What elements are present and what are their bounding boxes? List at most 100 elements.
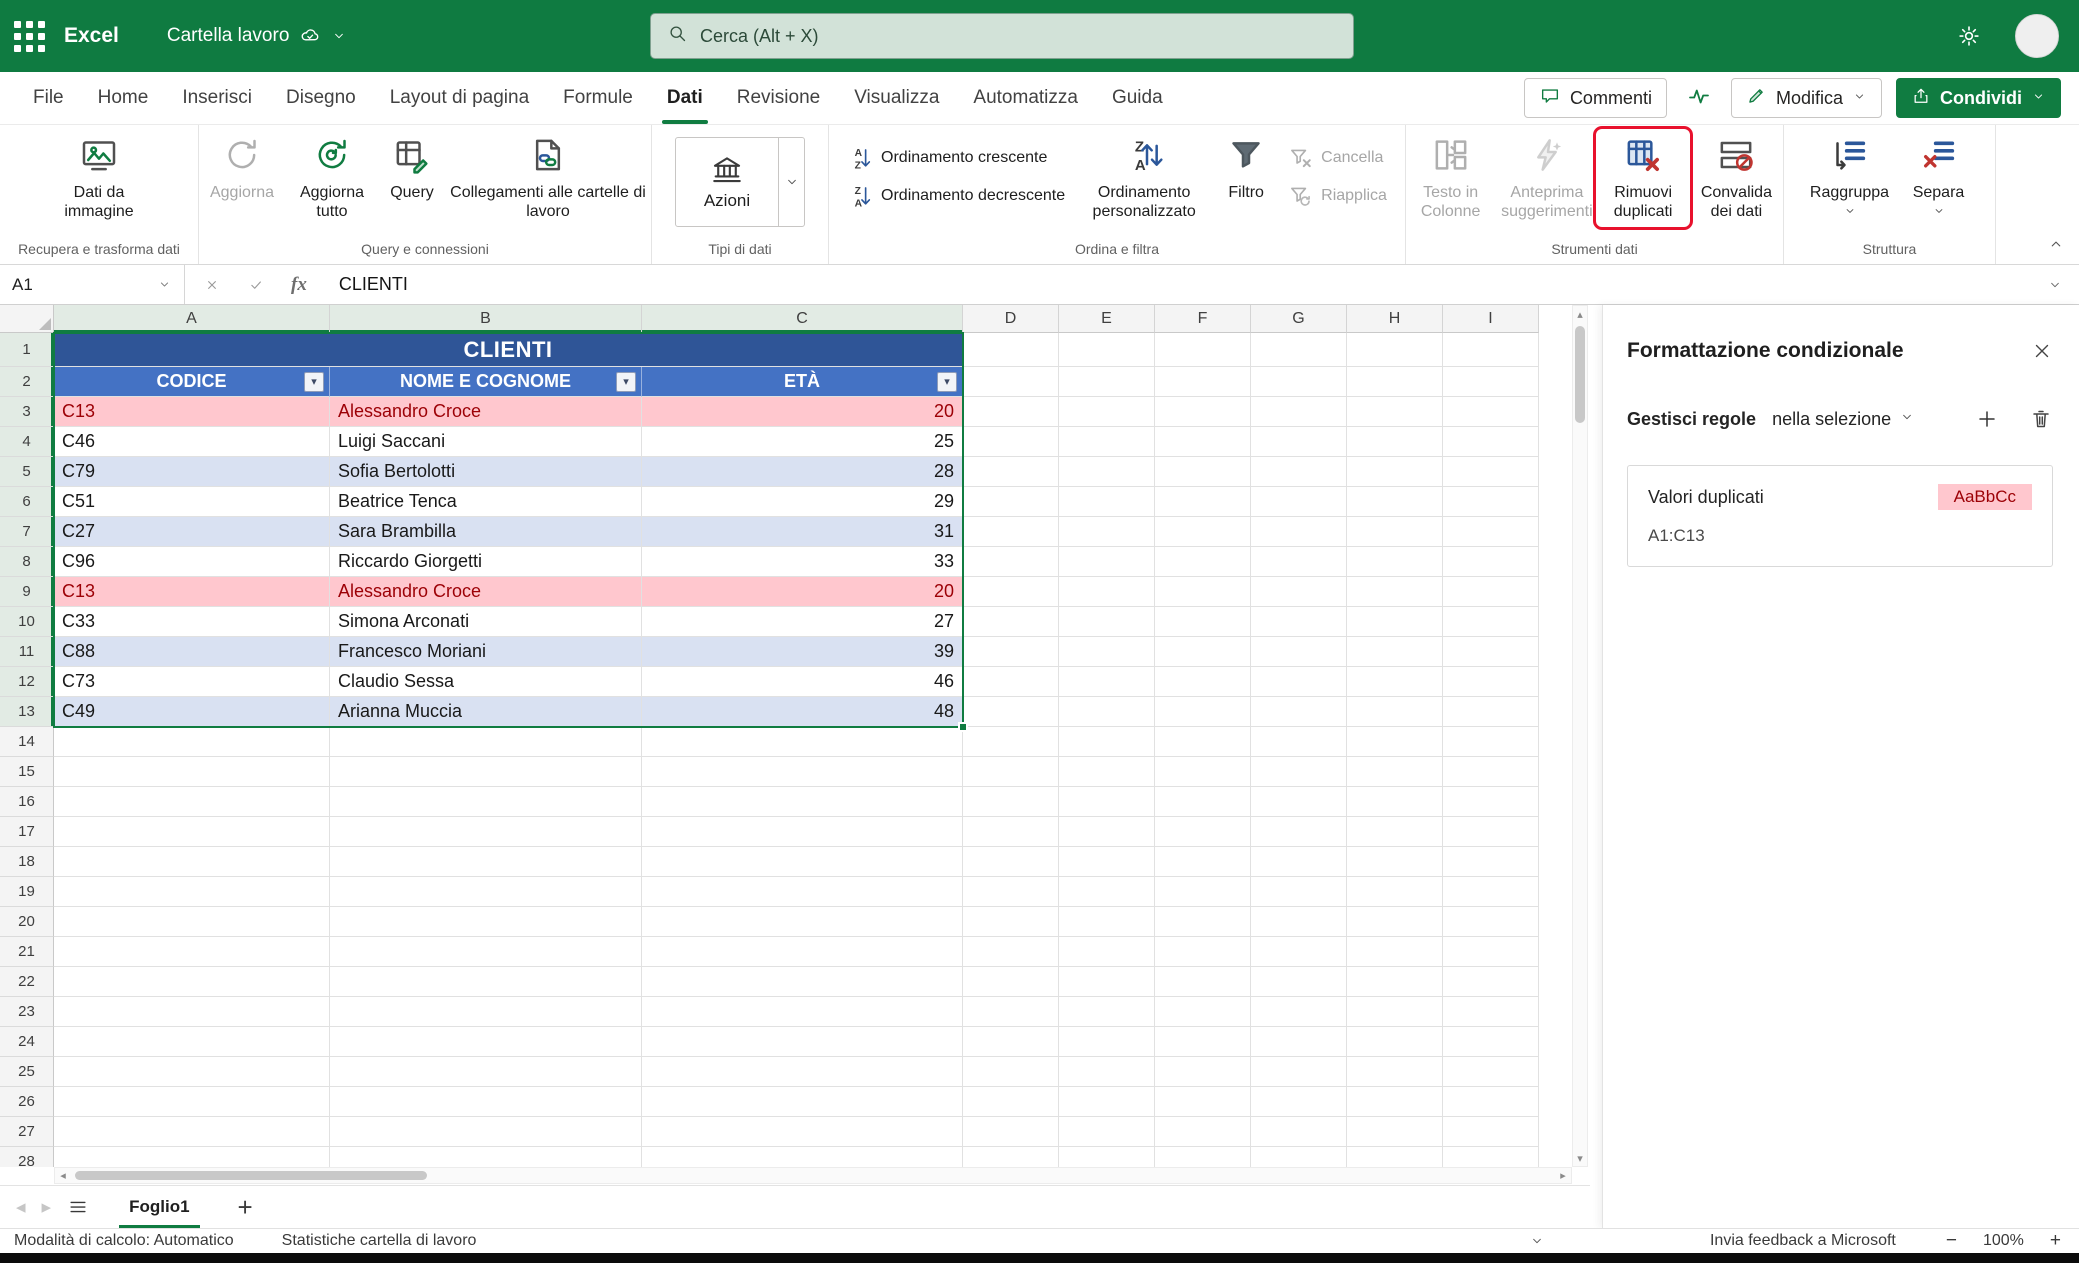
row-header-4[interactable]: 4 — [0, 427, 54, 457]
row-header-21[interactable]: 21 — [0, 937, 54, 967]
delete-rule-button[interactable] — [2029, 407, 2053, 431]
cell-A16[interactable] — [54, 787, 330, 817]
cell-A13[interactable]: C49 — [54, 697, 330, 727]
ribbon-button-query[interactable]: Query — [380, 131, 444, 206]
cell-B14[interactable] — [330, 727, 642, 757]
tab-automatizza[interactable]: Automatizza — [956, 72, 1095, 124]
cell-C21[interactable] — [642, 937, 963, 967]
cell-C7[interactable]: 31 — [642, 517, 963, 547]
cell-C5[interactable]: 28 — [642, 457, 963, 487]
row-header-9[interactable]: 9 — [0, 577, 54, 607]
cell-H21[interactable] — [1347, 937, 1443, 967]
cell-F25[interactable] — [1155, 1057, 1251, 1087]
row-header-7[interactable]: 7 — [0, 517, 54, 547]
chevron-down-icon[interactable] — [778, 138, 804, 226]
cell-E26[interactable] — [1059, 1087, 1155, 1117]
filter-dropdown-button[interactable]: ▾ — [937, 372, 957, 392]
cell-E8[interactable] — [1059, 547, 1155, 577]
cell-G2[interactable] — [1251, 367, 1347, 397]
cell-B6[interactable]: Beatrice Tenca — [330, 487, 642, 517]
cell-E2[interactable] — [1059, 367, 1155, 397]
cell-H11[interactable] — [1347, 637, 1443, 667]
tab-file[interactable]: File — [16, 72, 81, 124]
cell-B26[interactable] — [330, 1087, 642, 1117]
select-all-corner[interactable] — [0, 305, 54, 333]
cell-E21[interactable] — [1059, 937, 1155, 967]
cell-C3[interactable]: 20 — [642, 397, 963, 427]
cell-I9[interactable] — [1443, 577, 1539, 607]
cell-E25[interactable] — [1059, 1057, 1155, 1087]
col-header-E[interactable]: E — [1059, 305, 1155, 333]
cell-F23[interactable] — [1155, 997, 1251, 1027]
cell-G11[interactable] — [1251, 637, 1347, 667]
col-header-A[interactable]: A — [54, 305, 330, 333]
vertical-scrollbar[interactable]: ▴ ▾ — [1572, 305, 1588, 1167]
cell-B8[interactable]: Riccardo Giorgetti — [330, 547, 642, 577]
cell-F6[interactable] — [1155, 487, 1251, 517]
cell-A18[interactable] — [54, 847, 330, 877]
workbook-stats-button[interactable]: Statistiche cartella di lavoro — [282, 1232, 477, 1250]
cell-A11[interactable]: C88 — [54, 637, 330, 667]
close-icon[interactable] — [2031, 340, 2053, 362]
cell-I24[interactable] — [1443, 1027, 1539, 1057]
cell-H10[interactable] — [1347, 607, 1443, 637]
cell-H24[interactable] — [1347, 1027, 1443, 1057]
scroll-down-icon[interactable]: ▾ — [1573, 1150, 1587, 1166]
cell-A2[interactable]: CODICE▾ — [54, 367, 330, 397]
cell-G1[interactable] — [1251, 333, 1347, 367]
cell-C8[interactable]: 33 — [642, 547, 963, 577]
ribbon-button-rimuovi-duplicati[interactable]: Rimuovi duplicati — [1598, 131, 1687, 225]
cell-H23[interactable] — [1347, 997, 1443, 1027]
ribbon-button-collegamenti-alle-cartelle-di-lavoro[interactable]: Collegamenti alle cartelle di lavoro — [446, 131, 650, 225]
cell-B12[interactable]: Claudio Sessa — [330, 667, 642, 697]
cell-B16[interactable] — [330, 787, 642, 817]
cell-B11[interactable]: Francesco Moriani — [330, 637, 642, 667]
cell-C11[interactable]: 39 — [642, 637, 963, 667]
cell-G9[interactable] — [1251, 577, 1347, 607]
activity-button[interactable] — [1681, 78, 1717, 118]
settings-gear-icon[interactable] — [1947, 14, 1991, 58]
row-header-10[interactable]: 10 — [0, 607, 54, 637]
cell-A5[interactable]: C79 — [54, 457, 330, 487]
cell-D28[interactable] — [963, 1147, 1059, 1167]
cell-C20[interactable] — [642, 907, 963, 937]
cell-E18[interactable] — [1059, 847, 1155, 877]
tab-visualizza[interactable]: Visualizza — [837, 72, 956, 124]
cell-H7[interactable] — [1347, 517, 1443, 547]
formula-bar-expand-icon[interactable] — [2047, 277, 2079, 293]
ribbon-button-aggiorna-tutto[interactable]: Aggiorna tutto — [286, 131, 378, 225]
cell-D4[interactable] — [963, 427, 1059, 457]
cell-H28[interactable] — [1347, 1147, 1443, 1167]
cell-H14[interactable] — [1347, 727, 1443, 757]
col-header-F[interactable]: F — [1155, 305, 1251, 333]
cell-D13[interactable] — [963, 697, 1059, 727]
cell-I15[interactable] — [1443, 757, 1539, 787]
cell-E23[interactable] — [1059, 997, 1155, 1027]
cell-C28[interactable] — [642, 1147, 963, 1167]
cell-G21[interactable] — [1251, 937, 1347, 967]
cell-I19[interactable] — [1443, 877, 1539, 907]
cell-B13[interactable]: Arianna Muccia — [330, 697, 642, 727]
cell-D25[interactable] — [963, 1057, 1059, 1087]
cell-C14[interactable] — [642, 727, 963, 757]
user-avatar[interactable] — [2015, 14, 2059, 58]
cell-A25[interactable] — [54, 1057, 330, 1087]
cell-H17[interactable] — [1347, 817, 1443, 847]
cell-G26[interactable] — [1251, 1087, 1347, 1117]
row-header-2[interactable]: 2 — [0, 367, 54, 397]
cell-A21[interactable] — [54, 937, 330, 967]
scroll-left-icon[interactable]: ◂ — [55, 1169, 71, 1182]
cell-G18[interactable] — [1251, 847, 1347, 877]
cell-B19[interactable] — [330, 877, 642, 907]
cell-E1[interactable] — [1059, 333, 1155, 367]
cell-H26[interactable] — [1347, 1087, 1443, 1117]
col-header-H[interactable]: H — [1347, 305, 1443, 333]
cell-C17[interactable] — [642, 817, 963, 847]
cell-B21[interactable] — [330, 937, 642, 967]
row-header-19[interactable]: 19 — [0, 877, 54, 907]
cell-G8[interactable] — [1251, 547, 1347, 577]
cell-F15[interactable] — [1155, 757, 1251, 787]
ribbon-button-ordinamento-personalizzato[interactable]: ZAOrdinamento personalizzato — [1075, 131, 1213, 225]
cell-I28[interactable] — [1443, 1147, 1539, 1167]
cell-F26[interactable] — [1155, 1087, 1251, 1117]
